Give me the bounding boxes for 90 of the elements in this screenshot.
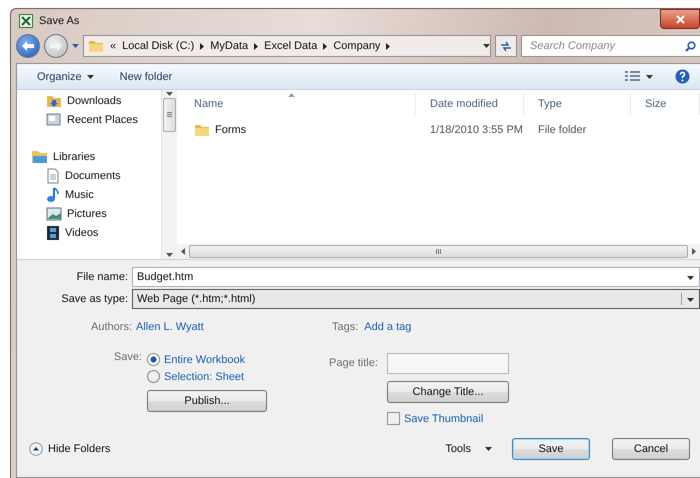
page-title-label: Page title: bbox=[329, 357, 379, 370]
scroll-right-icon bbox=[692, 248, 696, 255]
caret-icon bbox=[485, 447, 492, 451]
back-button[interactable] bbox=[16, 34, 40, 58]
caret-icon bbox=[646, 74, 653, 78]
caret-icon bbox=[483, 44, 490, 48]
cancel-button[interactable]: Cancel bbox=[612, 438, 690, 460]
address-bar[interactable]: « Local Disk (C:) MyData Excel Data Company bbox=[83, 35, 491, 58]
chevron-icon bbox=[254, 42, 258, 50]
date-cell-text: 1/18/2010 3:55 PM bbox=[429, 124, 524, 136]
folder-icon bbox=[88, 39, 104, 54]
close-icon bbox=[676, 14, 684, 24]
libraries-icon bbox=[31, 149, 48, 164]
authors-label: Authors: bbox=[91, 321, 132, 333]
file-name-label: File name: bbox=[76, 270, 128, 282]
breadcrumb[interactable]: MyData bbox=[210, 40, 248, 52]
scroll-thumb[interactable] bbox=[189, 245, 688, 258]
forward-button[interactable] bbox=[44, 34, 68, 58]
refresh-icon bbox=[500, 40, 512, 52]
nav-item[interactable]: Downloads bbox=[31, 91, 161, 110]
file-name-field[interactable]: Budget.htm bbox=[132, 266, 700, 286]
search-icon bbox=[685, 40, 696, 52]
spreadsheet-app-icon bbox=[19, 14, 33, 28]
breadcrumb[interactable]: Local Disk (C:) bbox=[122, 40, 194, 52]
scroll-thumb[interactable] bbox=[163, 98, 176, 132]
checkbox[interactable] bbox=[387, 412, 400, 426]
save-thumbnail-label[interactable]: Save Thumbnail bbox=[404, 412, 484, 425]
nav-item[interactable]: Music bbox=[31, 185, 161, 204]
forward-arrow-icon bbox=[50, 41, 62, 52]
collapse-icon bbox=[29, 442, 43, 456]
vertical-scrollbar[interactable] bbox=[161, 90, 177, 259]
window-title: Save As bbox=[39, 15, 80, 28]
overflow-crumb[interactable]: « bbox=[110, 40, 116, 52]
save-option-label[interactable]: Selection: Sheet bbox=[164, 370, 244, 382]
column-header[interactable]: Type bbox=[524, 93, 631, 115]
scroll-down-icon bbox=[166, 253, 173, 257]
column-header[interactable]: Name bbox=[180, 93, 416, 115]
page-title-field[interactable] bbox=[387, 352, 509, 374]
chevron-icon bbox=[386, 42, 390, 50]
breadcrumb[interactable]: Excel Data bbox=[264, 40, 318, 52]
sort-arrow-icon bbox=[288, 93, 296, 97]
publish-button[interactable]: Publish... bbox=[147, 390, 267, 412]
recent-places-icon bbox=[46, 112, 62, 128]
caret-icon bbox=[687, 298, 694, 302]
horizontal-scrollbar[interactable] bbox=[177, 244, 700, 259]
save-option-label[interactable]: Entire Workbook bbox=[164, 354, 246, 366]
add-tag-link[interactable]: Add a tag bbox=[364, 321, 412, 333]
save-type-label: Save as type: bbox=[60, 292, 128, 304]
column-header[interactable]: Date modified bbox=[416, 93, 524, 115]
search-field[interactable]: Search Company bbox=[521, 35, 700, 58]
nav-item[interactable]: Documents bbox=[31, 166, 161, 185]
pictures-icon bbox=[46, 206, 62, 220]
organize-button[interactable]: Organize bbox=[33, 68, 98, 84]
save-type-dropdown[interactable]: Web Page (*.htm;*.html) bbox=[132, 288, 700, 308]
type-cell-text: File folder bbox=[537, 124, 588, 136]
chevron-icon bbox=[323, 42, 328, 50]
grip-icon bbox=[436, 249, 441, 254]
nav-item[interactable]: Pictures bbox=[31, 204, 161, 223]
search-input[interactable]: Search Company bbox=[528, 39, 685, 54]
nav-item[interactable]: Recent Places bbox=[31, 110, 161, 129]
caret-icon bbox=[687, 276, 694, 280]
nav-item[interactable]: Videos bbox=[31, 223, 161, 242]
chevron-icon bbox=[200, 42, 204, 50]
radio-button[interactable] bbox=[147, 353, 160, 366]
nav-item[interactable]: Libraries bbox=[31, 147, 161, 166]
tools-button[interactable]: Tools bbox=[441, 443, 496, 455]
refresh-button[interactable] bbox=[495, 35, 517, 58]
folder-icon bbox=[194, 123, 210, 137]
close-button[interactable] bbox=[660, 9, 700, 29]
hide-folders-button[interactable]: Hide Folders bbox=[29, 442, 110, 456]
grip-icon bbox=[167, 112, 172, 117]
document-icon bbox=[46, 168, 60, 184]
music-note-icon bbox=[46, 186, 60, 202]
recent-pages-caret-icon bbox=[72, 44, 79, 48]
authors-link[interactable]: Allen L. Wyatt bbox=[136, 321, 204, 333]
film-icon bbox=[46, 224, 60, 240]
column-header[interactable]: Size bbox=[631, 93, 700, 115]
list-view-icon bbox=[625, 70, 641, 82]
back-arrow-icon bbox=[22, 41, 34, 52]
breadcrumb[interactable]: Company bbox=[333, 40, 380, 52]
help-icon[interactable] bbox=[675, 69, 690, 84]
file-name-cell[interactable]: Forms bbox=[180, 123, 416, 137]
caret-icon bbox=[86, 74, 94, 78]
save-label: Save: bbox=[114, 351, 142, 363]
save-button[interactable]: Save bbox=[512, 438, 590, 460]
change-title-button[interactable]: Change Title... bbox=[387, 380, 509, 403]
tags-label: Tags: bbox=[332, 321, 358, 333]
radio-button[interactable] bbox=[147, 370, 160, 383]
new-folder-button[interactable]: New folder bbox=[116, 68, 176, 84]
scroll-left-icon bbox=[181, 248, 185, 255]
